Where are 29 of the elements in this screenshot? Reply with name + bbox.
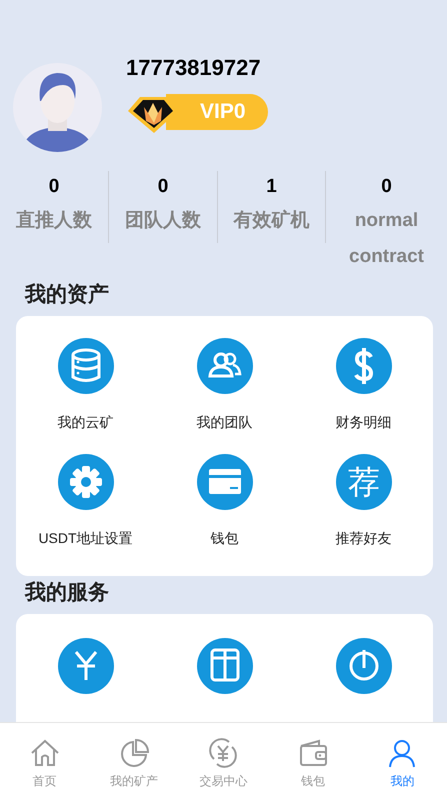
phone-number: 17773819727	[126, 55, 262, 81]
pie-chart-icon	[118, 737, 150, 769]
yen-icon	[58, 638, 114, 694]
dollar-icon	[336, 338, 392, 394]
tab[interactable]: 我的	[358, 723, 447, 801]
people-icon	[196, 338, 252, 394]
stat-value: 1	[266, 175, 277, 199]
section-title: 我的资产	[25, 282, 110, 308]
card-icon	[196, 454, 252, 510]
stat-value: 0	[48, 175, 60, 199]
stat-label: 团队人数	[124, 209, 202, 233]
stat-label: 有效矿机	[232, 208, 310, 233]
home-icon	[28, 737, 61, 769]
power-icon	[336, 638, 392, 694]
menu-item[interactable]: 财务明细	[294, 338, 433, 432]
stat-label: 直推人数	[15, 209, 93, 233]
stat-value: 0	[158, 175, 168, 199]
menu-item[interactable]: 钱包	[155, 454, 294, 548]
gear-icon	[58, 454, 114, 510]
yen-exchange-icon	[207, 737, 240, 769]
database-icon	[58, 338, 114, 394]
menu-item[interactable]: 我的云矿	[16, 338, 155, 432]
menu-item[interactable]: USDT地址设置	[16, 454, 155, 548]
stat-label: normal contract	[348, 209, 425, 269]
character-icon: 荐	[336, 454, 392, 510]
menu-item[interactable]: 荐 推荐好友	[294, 454, 433, 548]
menu-item[interactable]: 我的团队	[155, 338, 294, 432]
stat-value: 0	[381, 175, 392, 199]
section-title: 我的服务	[25, 580, 110, 606]
